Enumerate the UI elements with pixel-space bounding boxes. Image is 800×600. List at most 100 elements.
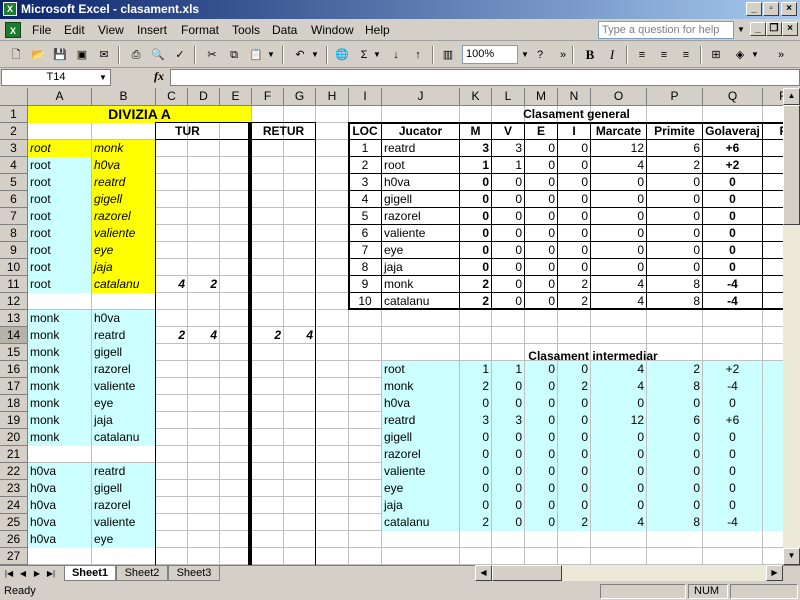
intermediar-j21[interactable]: razorel	[382, 446, 459, 463]
match-away-5[interactable]: reatrd	[92, 174, 155, 191]
general-i8[interactable]: 6	[349, 225, 381, 242]
row-header-24[interactable]: 24	[0, 497, 28, 514]
general-header-i[interactable]: I	[558, 123, 590, 140]
intermediar-l24[interactable]: 0	[492, 497, 524, 514]
intermediar-l22[interactable]: 0	[492, 463, 524, 480]
intermediar-j19[interactable]: reatrd	[382, 412, 459, 429]
general-l6[interactable]: 0	[492, 191, 524, 208]
row-header-13[interactable]: 13	[0, 310, 28, 327]
general-header-golaveraj[interactable]: Golaveraj	[703, 123, 762, 140]
scroll-left-icon[interactable]: ◀	[475, 565, 492, 581]
general-k8[interactable]: 0	[460, 225, 491, 242]
intermediar-r19[interactable]: 9	[763, 412, 783, 429]
cell-area[interactable]: DIVIZIA A TUR RETUR root monk root h0va root rea…	[28, 106, 783, 565]
last-sheet-icon[interactable]: ▶|	[45, 568, 57, 580]
general-k6[interactable]: 0	[460, 191, 491, 208]
intermediar-m25[interactable]: 0	[525, 514, 557, 531]
general-m3[interactable]: 0	[525, 140, 557, 157]
next-sheet-icon[interactable]: ▶	[31, 568, 43, 580]
general-n8[interactable]: 0	[558, 225, 590, 242]
menu-window[interactable]: Window	[311, 23, 354, 37]
intermediar-o16[interactable]: 4	[591, 361, 646, 378]
match-away-14[interactable]: reatrd	[92, 327, 155, 344]
intermediar-k17[interactable]: 2	[460, 378, 491, 395]
intermediar-o21[interactable]: 0	[591, 446, 646, 463]
hyperlink-icon[interactable]: 🌐	[334, 47, 350, 63]
match-away-7[interactable]: razorel	[92, 208, 155, 225]
autosum-dropdown-icon[interactable]: ▼	[372, 47, 382, 63]
row-header-27[interactable]: 27	[0, 548, 28, 565]
intermediar-k25[interactable]: 2	[460, 514, 491, 531]
row-header-5[interactable]: 5	[0, 174, 28, 191]
intermediar-j18[interactable]: h0va	[382, 395, 459, 412]
intermediar-m17[interactable]: 0	[525, 378, 557, 395]
row-header-25[interactable]: 25	[0, 514, 28, 531]
scroll-down-icon[interactable]: ▼	[783, 548, 800, 565]
row-header-4[interactable]: 4	[0, 157, 28, 174]
column-header-q[interactable]: Q	[703, 88, 763, 106]
match-away-24[interactable]: razorel	[92, 497, 155, 514]
row-header-22[interactable]: 22	[0, 463, 28, 480]
score-tur-away-14[interactable]: 4	[188, 327, 219, 344]
general-k10[interactable]: 0	[460, 259, 491, 276]
match-home-7[interactable]: root	[28, 208, 91, 225]
match-home-26[interactable]: h0va	[28, 531, 91, 548]
general-o3[interactable]: 12	[591, 140, 646, 157]
row-header-12[interactable]: 12	[0, 293, 28, 310]
intermediar-l17[interactable]: 0	[492, 378, 524, 395]
intermediar-p24[interactable]: 0	[647, 497, 702, 514]
intermediar-o19[interactable]: 12	[591, 412, 646, 429]
intermediar-p23[interactable]: 0	[647, 480, 702, 497]
menu-file[interactable]: File	[32, 23, 51, 37]
intermediar-l20[interactable]: 0	[492, 429, 524, 446]
general-header-e[interactable]: E	[525, 123, 557, 140]
intermediar-p19[interactable]: 6	[647, 412, 702, 429]
close-button[interactable]: ×	[781, 2, 797, 16]
general-j6[interactable]: gigell	[382, 191, 459, 208]
general-l7[interactable]: 0	[492, 208, 524, 225]
match-away-13[interactable]: h0va	[92, 310, 155, 327]
zoom-dropdown-icon[interactable]: ▼	[520, 47, 530, 63]
intermediar-r23[interactable]: 0	[763, 480, 783, 497]
intermediar-j25[interactable]: catalanu	[382, 514, 459, 531]
row-header-6[interactable]: 6	[0, 191, 28, 208]
match-home-17[interactable]: monk	[28, 378, 91, 395]
cut-icon[interactable]: ✂	[204, 47, 220, 63]
new-icon[interactable]: 🗋	[8, 47, 24, 63]
general-r6[interactable]: 0	[763, 191, 783, 208]
general-n12[interactable]: 2	[558, 293, 590, 310]
general-n10[interactable]: 0	[558, 259, 590, 276]
general-j7[interactable]: razorel	[382, 208, 459, 225]
general-k7[interactable]: 0	[460, 208, 491, 225]
intermediar-n25[interactable]: 2	[558, 514, 590, 531]
intermediar-p25[interactable]: 8	[647, 514, 702, 531]
intermediar-p21[interactable]: 0	[647, 446, 702, 463]
general-p9[interactable]: 0	[647, 242, 702, 259]
general-r8[interactable]: 0	[763, 225, 783, 242]
general-o7[interactable]: 0	[591, 208, 646, 225]
intermediar-r16[interactable]: 3	[763, 361, 783, 378]
column-header-j[interactable]: J	[382, 88, 460, 106]
general-i9[interactable]: 7	[349, 242, 381, 259]
intermediar-k23[interactable]: 0	[460, 480, 491, 497]
formula-input[interactable]	[170, 69, 800, 86]
general-q12[interactable]: -4	[703, 293, 762, 310]
intermediar-p16[interactable]: 2	[647, 361, 702, 378]
intermediar-o24[interactable]: 0	[591, 497, 646, 514]
match-home-23[interactable]: h0va	[28, 480, 91, 497]
match-home-6[interactable]: root	[28, 191, 91, 208]
intermediar-n19[interactable]: 0	[558, 412, 590, 429]
general-header-v[interactable]: V	[492, 123, 524, 140]
general-l11[interactable]: 0	[492, 276, 524, 293]
intermediar-o18[interactable]: 0	[591, 395, 646, 412]
intermediar-j17[interactable]: monk	[382, 378, 459, 395]
match-away-20[interactable]: catalanu	[92, 429, 155, 446]
general-i11[interactable]: 9	[349, 276, 381, 293]
general-q3[interactable]: +6	[703, 140, 762, 157]
match-away-9[interactable]: eye	[92, 242, 155, 259]
general-q11[interactable]: -4	[703, 276, 762, 293]
scroll-up-icon[interactable]: ▲	[783, 88, 800, 105]
match-away-8[interactable]: valiente	[92, 225, 155, 242]
match-home-19[interactable]: monk	[28, 412, 91, 429]
intermediar-o22[interactable]: 0	[591, 463, 646, 480]
